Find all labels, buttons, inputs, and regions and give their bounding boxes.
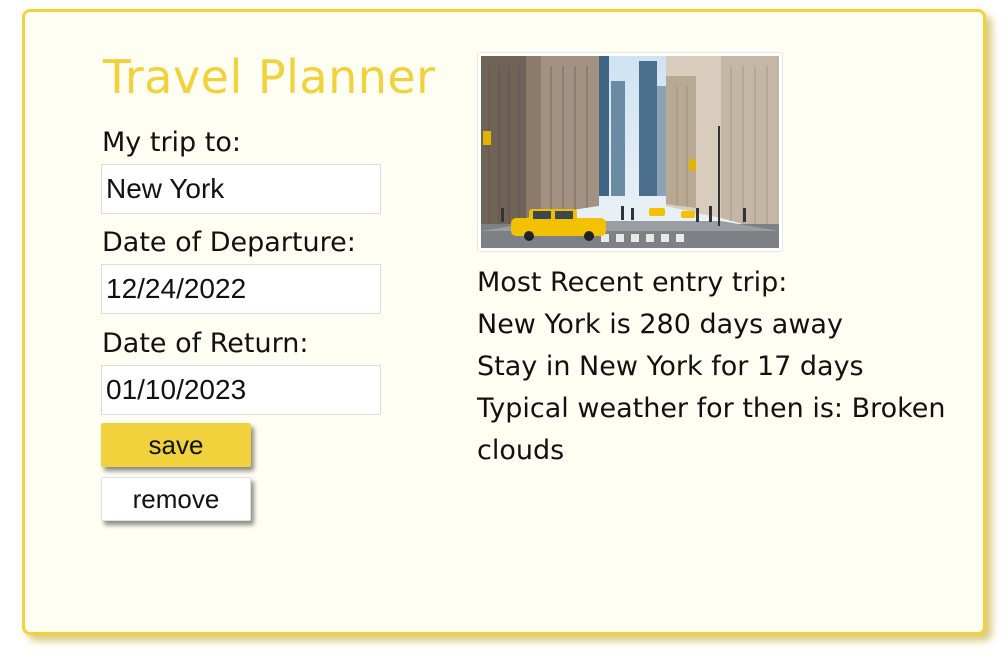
remove-button[interactable]: remove xyxy=(101,477,251,521)
trip-countdown: New York is 280 days away xyxy=(477,309,843,340)
destination-label: My trip to: xyxy=(102,127,241,158)
destination-photo xyxy=(477,52,783,252)
city-street-image xyxy=(481,56,779,248)
page-title: Travel Planner xyxy=(103,50,436,104)
save-button[interactable]: save xyxy=(101,423,251,467)
destination-input[interactable] xyxy=(101,164,381,214)
planner-card: Travel Planner My trip to: Date of Depar… xyxy=(22,9,986,635)
return-label: Date of Return: xyxy=(102,328,309,359)
recent-trip-heading: Most Recent entry trip: xyxy=(477,267,788,298)
departure-date-input[interactable] xyxy=(101,264,381,314)
trip-duration: Stay in New York for 17 days xyxy=(477,351,864,382)
return-date-input[interactable] xyxy=(101,365,381,415)
recent-trip-panel: Most Recent entry trip: New York is 280 … xyxy=(477,262,982,472)
trip-weather: Typical weather for then is: Broken clou… xyxy=(477,393,946,466)
departure-label: Date of Departure: xyxy=(102,227,356,258)
